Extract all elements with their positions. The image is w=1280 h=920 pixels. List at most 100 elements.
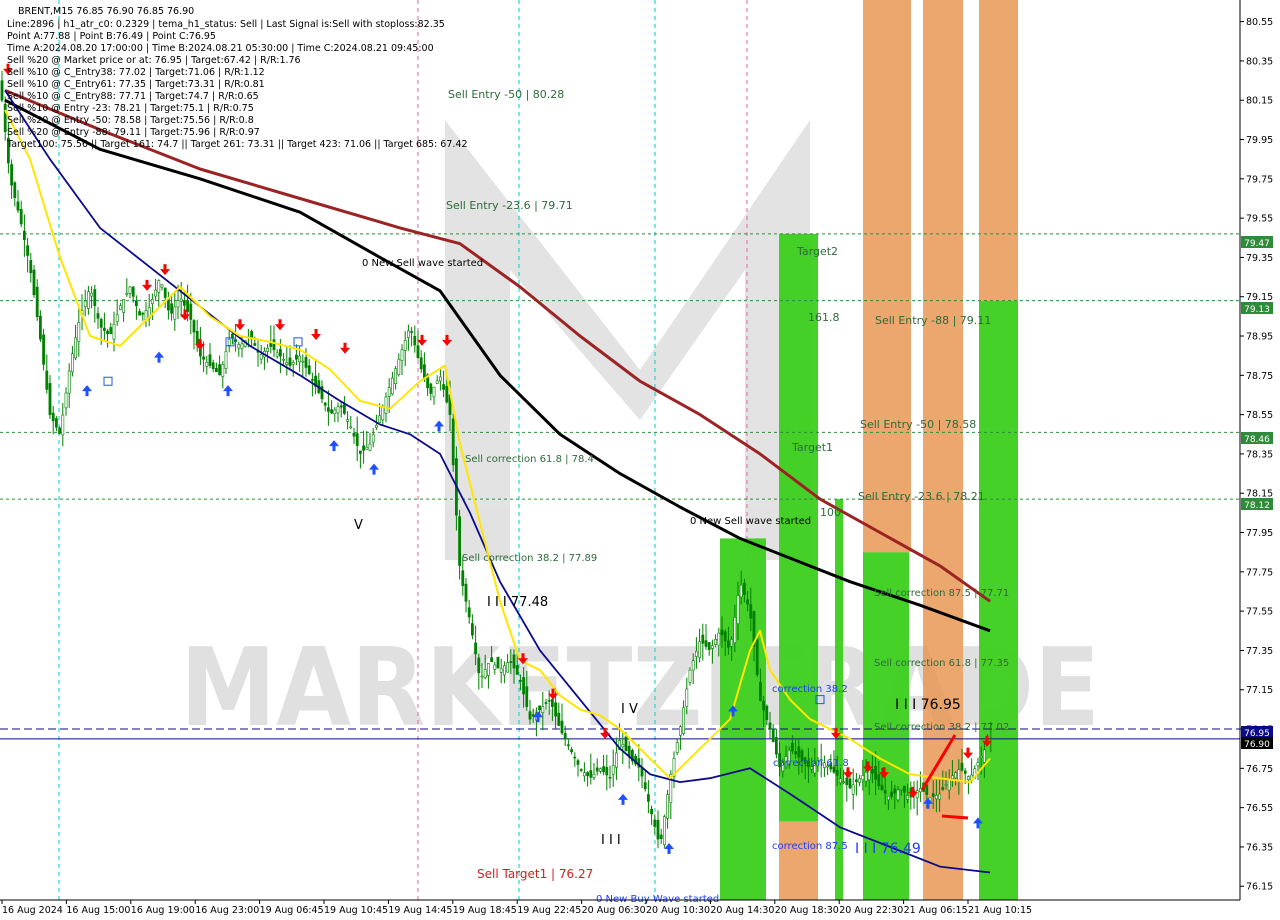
candle-body [195, 330, 199, 345]
candle-body [880, 785, 884, 791]
candle-body [0, 80, 4, 101]
price-tick-label: 78.95 [1246, 332, 1273, 343]
candle-body [19, 209, 23, 225]
correction-618-label: correction 61.8 [773, 758, 849, 769]
price-tick-label: 76.15 [1246, 882, 1273, 893]
candle-body [77, 321, 81, 342]
candle-body [387, 387, 391, 397]
candle-body [307, 365, 311, 375]
badge-79-47-text: 79.47 [1244, 239, 1270, 249]
candle-body [477, 657, 481, 674]
candle-body [582, 772, 586, 777]
candle-body [934, 795, 938, 800]
candle-body [736, 595, 740, 625]
candle-body [61, 414, 65, 436]
candle-body [717, 632, 721, 646]
sell-entry-236-label: Sell Entry -23.6 | 78.21 [858, 490, 985, 503]
time-tick-label: 20 Aug 18:30 [775, 905, 839, 916]
candle-body [835, 769, 839, 776]
price-tick-label: 80.35 [1246, 56, 1273, 67]
candle-body [701, 634, 705, 644]
candle-body [576, 760, 580, 765]
candle-body [179, 298, 183, 302]
candle-body [218, 364, 222, 376]
price-tick-label: 76.75 [1246, 764, 1273, 775]
wave-iii-7695-label: I I I 76.95 [895, 697, 961, 713]
candle-body [119, 305, 122, 310]
candle-body [240, 343, 244, 349]
candle-body [394, 368, 398, 384]
green-target-zone [979, 300, 1018, 900]
candle-body [291, 362, 295, 365]
price-tick-label: 77.95 [1246, 528, 1273, 539]
target1-label: Target1 [791, 441, 833, 454]
candle-body [710, 645, 714, 649]
time-tick-label: 20 Aug 06:30 [582, 905, 646, 916]
price-chart[interactable]: MARKETZITRADE Sell Entry -50 | 80.28 Sel… [0, 0, 1280, 920]
candle-body [403, 340, 407, 351]
info-line: Sell %20 @ Market price or at: 76.95 | T… [7, 55, 301, 66]
candle-body [326, 407, 330, 412]
wave-v-label: V [354, 518, 363, 533]
time-tick-label: 21 Aug 06:15 [904, 905, 968, 916]
candle-body [755, 638, 759, 676]
candle-body [893, 788, 897, 794]
candle-body [183, 300, 186, 306]
candle-body [234, 339, 238, 342]
candle-body [304, 357, 308, 368]
candle-body [208, 354, 212, 366]
wave-iii-low-label: I I I [601, 833, 621, 848]
candle-body [621, 744, 625, 748]
time-tick-label: 19 Aug 06:45 [260, 905, 324, 916]
price-axis[interactable]: 80.55 80.35 80.15 79.95 79.75 79.55 79.35 79.15… [1239, 0, 1280, 920]
price-tick-label: 77.15 [1246, 685, 1273, 696]
candle-body [493, 664, 497, 670]
candle-body [502, 665, 506, 676]
candle-body [982, 749, 986, 763]
candle-body [861, 775, 865, 781]
price-tick-label: 79.75 [1246, 174, 1273, 185]
candle-body [694, 650, 698, 657]
candle-body [432, 386, 436, 398]
candle-body [854, 779, 858, 783]
candle-body [605, 767, 609, 776]
candle-body [259, 354, 263, 360]
candle-body [96, 313, 100, 319]
candle-body [358, 450, 362, 454]
candle-body [675, 742, 679, 753]
candle-body [602, 766, 606, 773]
candle-body [474, 642, 478, 655]
sell-entry-236-top-label: Sell Entry -23.6 | 79.71 [446, 199, 573, 212]
new-sell-wave-label: 0 New Sell wave started [362, 258, 483, 269]
sell-correction-875-label: Sell correction 87.5 | 77.71 [874, 588, 1009, 599]
candle-body [794, 751, 798, 755]
candle-body [563, 733, 567, 740]
candle-body [406, 330, 410, 338]
candle-body [886, 795, 890, 801]
candle-body [742, 582, 746, 595]
candle-body [538, 705, 542, 711]
wave-iv-label: I V [621, 702, 638, 717]
candle-body [915, 790, 919, 799]
candle-body [938, 793, 942, 800]
candle-body [192, 320, 196, 333]
candle-body [749, 604, 753, 619]
candle-body [614, 752, 618, 768]
candle-body [10, 164, 14, 186]
candle-body [442, 384, 446, 390]
candle-body [470, 623, 474, 636]
candle-body [458, 516, 462, 566]
wave-iii-label: I I I 77.48 [487, 595, 548, 610]
chart-window: MARKETZITRADE Sell Entry -50 | 80.28 Sel… [0, 0, 1280, 920]
candle-body [160, 284, 164, 288]
candle-body [845, 777, 849, 786]
candle-body [646, 794, 650, 802]
candle-body [525, 686, 529, 707]
price-tick-label: 76.55 [1246, 803, 1273, 814]
sell-correction-618-label: Sell correction 61.8 | 77.35 [874, 658, 1009, 669]
candle-body [957, 769, 961, 781]
candle-body [730, 639, 734, 647]
candle-body [733, 617, 737, 643]
green-target-zone [835, 499, 843, 900]
candle-body [253, 343, 257, 346]
